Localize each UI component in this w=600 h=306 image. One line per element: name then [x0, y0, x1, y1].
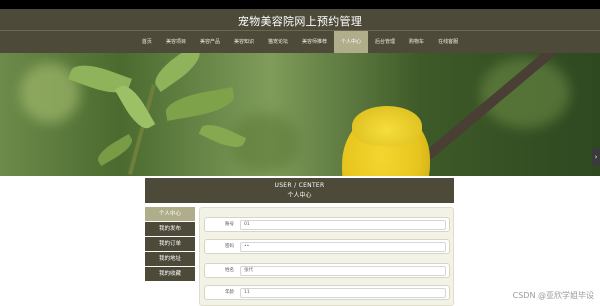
section-title-en: USER / CENTER — [274, 182, 325, 189]
password-input[interactable]: •• — [240, 242, 446, 252]
nav-item-personal-center[interactable]: 个人中心 — [334, 31, 369, 53]
csdn-watermark: CSDN @亚欣学姐毕设 — [512, 291, 594, 300]
account-input[interactable]: 01 — [240, 220, 446, 230]
age-input[interactable]: 11 — [240, 288, 446, 298]
yellow-bird-head — [352, 106, 422, 146]
sidebar-item-my-address[interactable]: 我的地址 — [145, 252, 195, 266]
nav-item-admin[interactable]: 后台管理 — [368, 31, 402, 53]
nav-item-forum[interactable]: 猫宠论坛 — [261, 31, 295, 53]
browser-top-bar — [0, 0, 600, 9]
site-header: 宠物美容院网上预约管理 — [0, 9, 600, 31]
nav-item-knowledge[interactable]: 美容知识 — [227, 31, 261, 53]
sidebar-item-personal-center[interactable]: 个人中心 — [145, 207, 195, 221]
user-sidebar: 个人中心 我的发布 我的订单 我的地址 我的收藏 — [145, 207, 195, 282]
sidebar-item-my-orders[interactable]: 我的订单 — [145, 237, 195, 251]
password-label: 密码 — [225, 244, 234, 249]
profile-form: 账号 01 密码 •• 姓名 张代 年龄 11 — [199, 207, 454, 306]
account-label: 账号 — [225, 222, 234, 227]
nav-item-support[interactable]: 在线客服 — [431, 31, 465, 53]
name-label: 姓名 — [225, 268, 234, 273]
user-center-content: 个人中心 我的发布 我的订单 我的地址 我的收藏 账号 01 密码 •• 姓名 … — [145, 207, 454, 306]
nav-item-home[interactable]: 首页 — [135, 31, 159, 53]
name-input[interactable]: 张代 — [240, 266, 446, 276]
nav-item-cart[interactable]: 购物车 — [402, 31, 431, 53]
hero-banner: ⁂ — [0, 53, 600, 176]
nav-item-groomers[interactable]: 美容师推荐 — [295, 31, 334, 53]
page: 宠物美容院网上预约管理 首页 美容项目 美容产品 美容知识 猫宠论坛 美容师推荐… — [0, 0, 600, 306]
section-title-cn: 个人中心 — [287, 192, 312, 199]
plant-leaf — [94, 133, 136, 167]
plant-leaf — [149, 53, 206, 92]
section-header: USER / CENTER 个人中心 — [145, 178, 454, 203]
form-row-account: 账号 01 — [204, 217, 450, 232]
main-nav: 首页 美容项目 美容产品 美容知识 猫宠论坛 美容师推荐 个人中心 后台管理 购… — [0, 31, 600, 53]
nav-item-products[interactable]: 美容产品 — [193, 31, 227, 53]
carousel-next-icon[interactable]: › — [592, 148, 600, 166]
age-label: 年龄 — [225, 290, 234, 295]
form-row-name: 姓名 张代 — [204, 263, 450, 278]
nav-item-services[interactable]: 美容项目 — [159, 31, 193, 53]
form-row-age: 年龄 11 — [204, 285, 450, 300]
sidebar-item-my-posts[interactable]: 我的发布 — [145, 222, 195, 236]
site-title: 宠物美容院网上预约管理 — [237, 15, 363, 28]
form-row-password: 密码 •• — [204, 239, 450, 254]
plant-leaf — [163, 87, 237, 121]
sidebar-item-my-favorites[interactable]: 我的收藏 — [145, 267, 195, 281]
